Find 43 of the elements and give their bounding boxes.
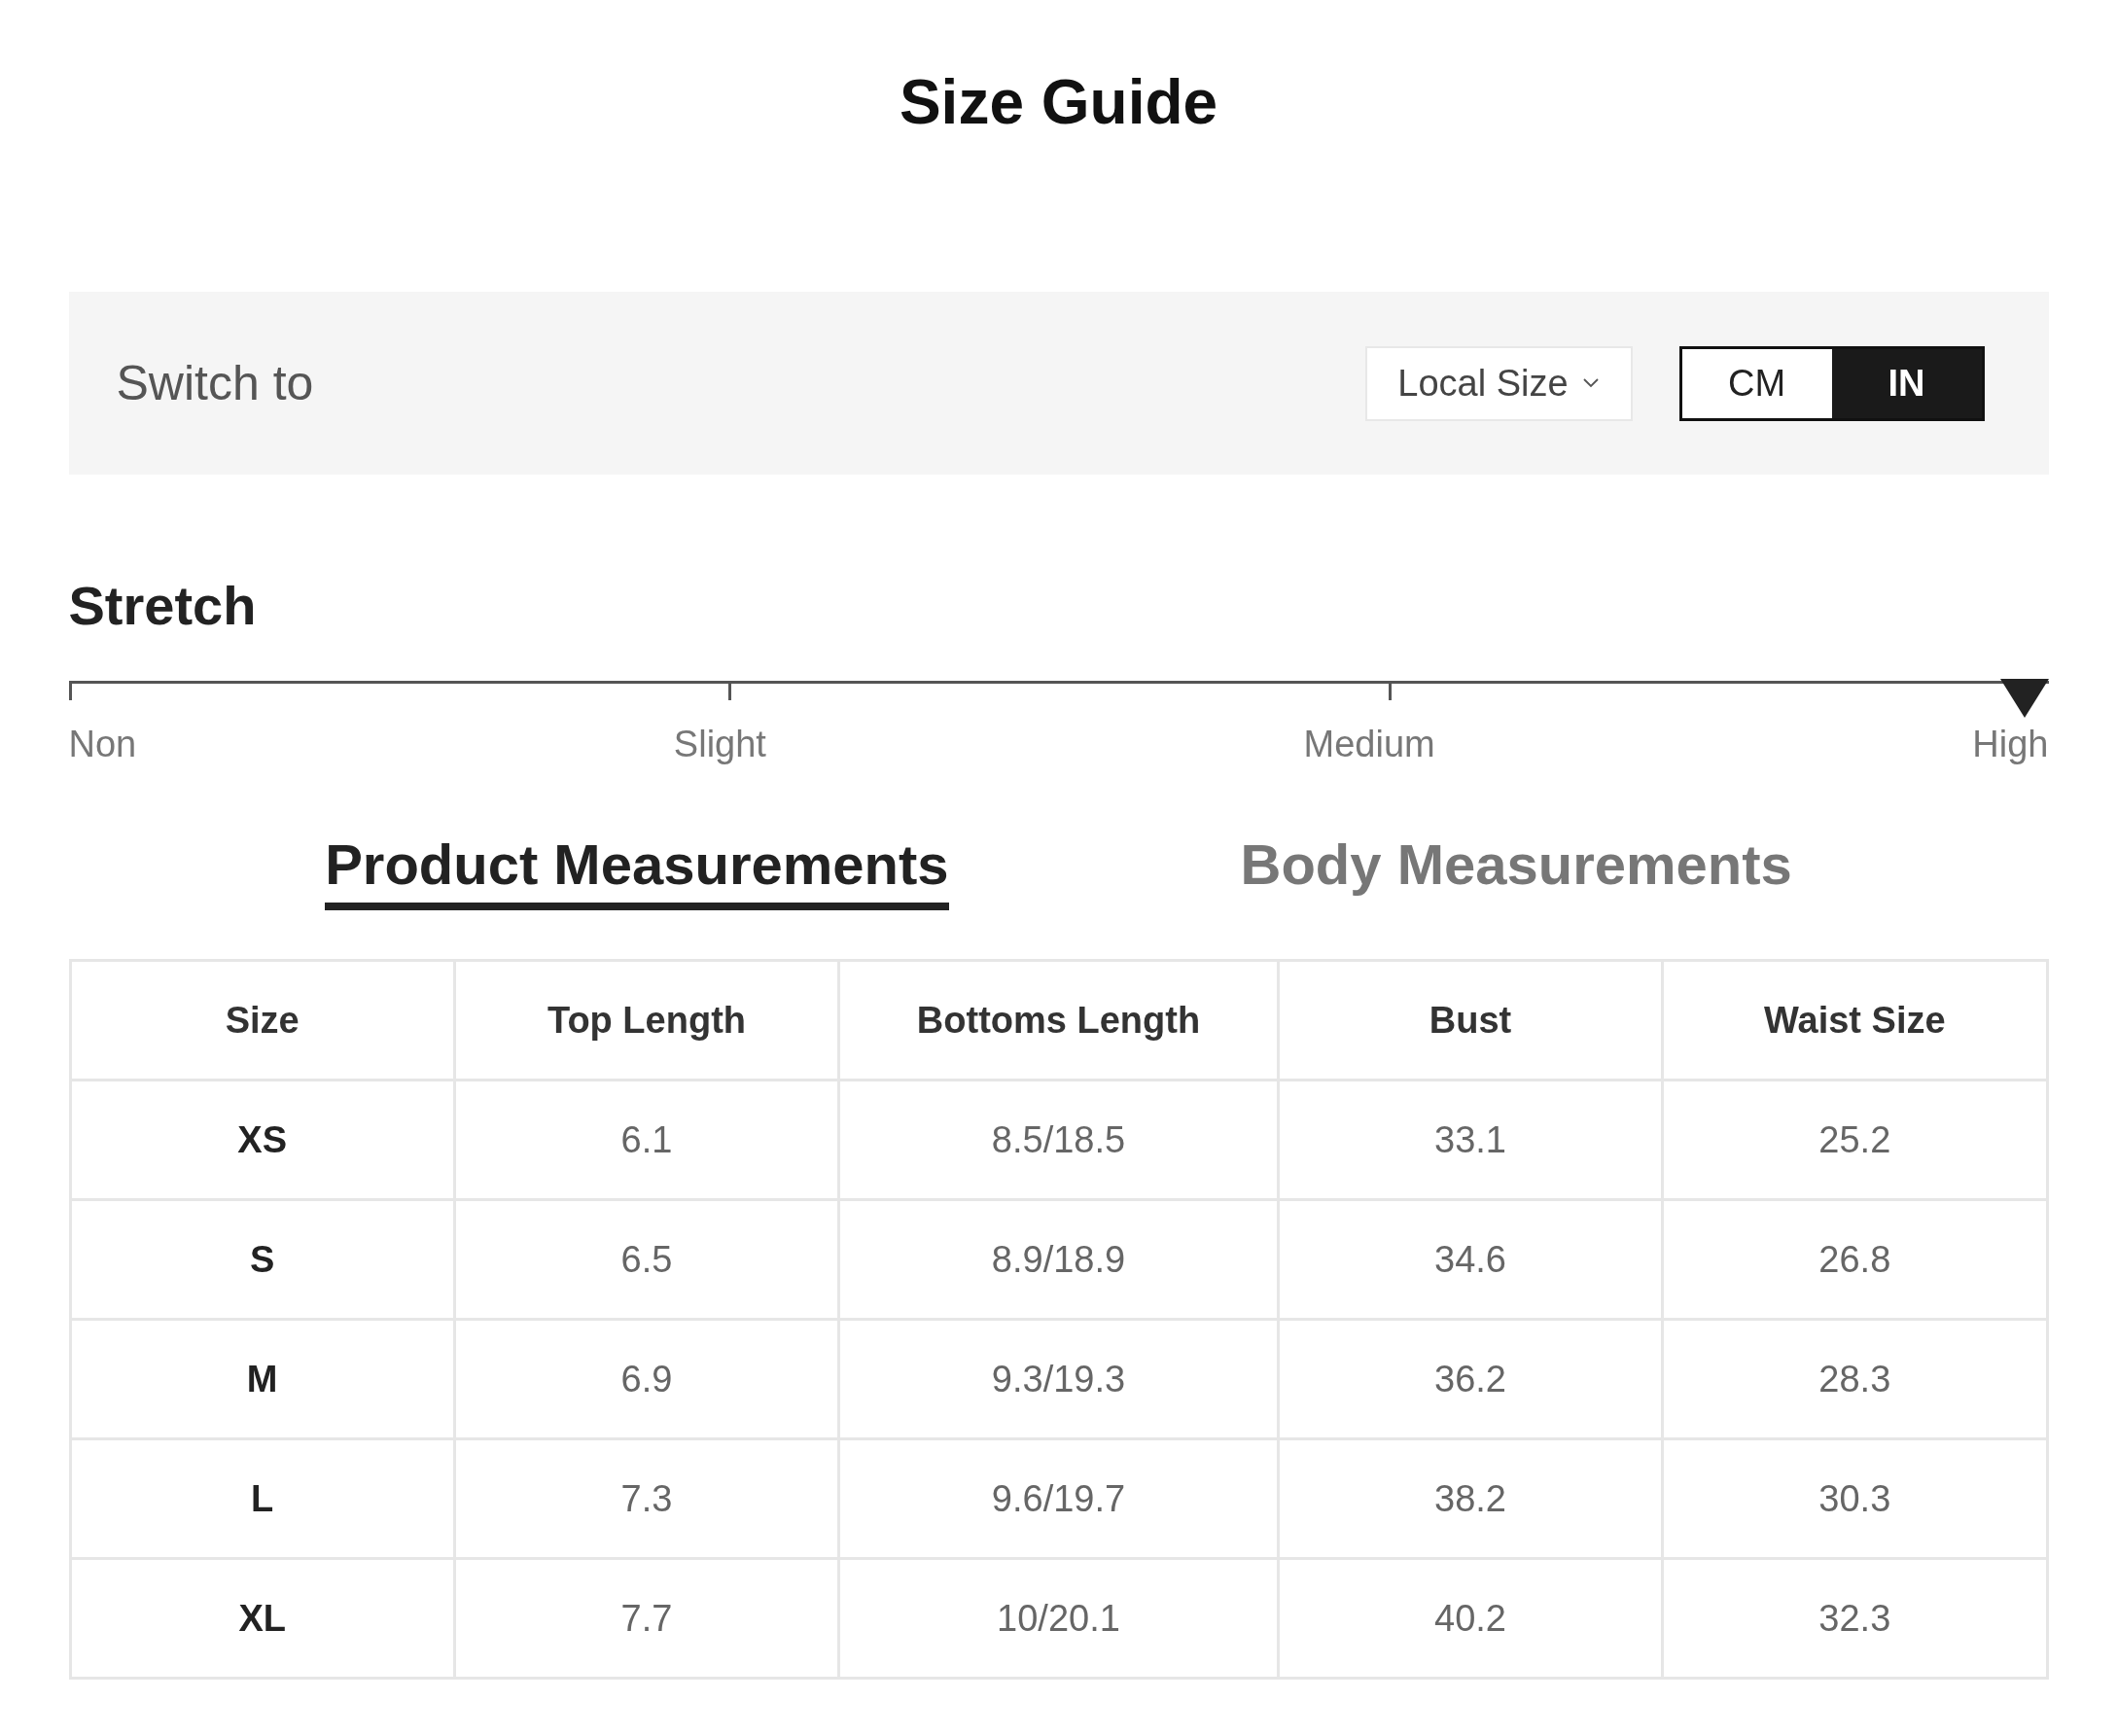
size-dropdown[interactable]: Local Size bbox=[1364, 345, 1633, 421]
table-cell: 6.9 bbox=[454, 1319, 839, 1439]
measurement-tab[interactable]: Body Measurements bbox=[1240, 832, 1792, 910]
column-header: Bust bbox=[1278, 960, 1663, 1081]
table-cell: L bbox=[70, 1438, 455, 1559]
table-cell: 7.7 bbox=[454, 1558, 839, 1679]
unit-toggle-option[interactable]: CM bbox=[1681, 348, 1832, 418]
stretch-label: High bbox=[1972, 724, 2049, 765]
table-cell: 38.2 bbox=[1278, 1438, 1663, 1559]
table-cell: 6.1 bbox=[454, 1080, 839, 1200]
table-cell: 9.6/19.7 bbox=[838, 1438, 1279, 1559]
table-cell: 26.8 bbox=[1662, 1199, 2047, 1320]
column-header: Size bbox=[70, 960, 455, 1081]
table-cell: 8.5/18.5 bbox=[838, 1080, 1279, 1200]
column-header: Top Length bbox=[454, 960, 839, 1081]
table-cell: 10/20.1 bbox=[838, 1558, 1279, 1679]
table-cell: S bbox=[70, 1199, 455, 1320]
table-cell: M bbox=[70, 1319, 455, 1439]
table-cell: 40.2 bbox=[1278, 1558, 1663, 1679]
table-cell: 8.9/18.9 bbox=[838, 1199, 1279, 1320]
table-cell: 9.3/19.3 bbox=[838, 1319, 1279, 1439]
table-cell: 36.2 bbox=[1278, 1319, 1663, 1439]
measurement-tab[interactable]: Product Measurements bbox=[325, 832, 949, 910]
chevron-down-icon bbox=[1581, 377, 1600, 389]
table-cell: XL bbox=[70, 1558, 455, 1679]
unit-toggle-option[interactable]: IN bbox=[1831, 348, 1982, 418]
stretch-label: Slight bbox=[673, 724, 766, 765]
table-cell: 30.3 bbox=[1662, 1438, 2047, 1559]
switch-label: Switch to bbox=[116, 355, 314, 411]
table-cell: 33.1 bbox=[1278, 1080, 1663, 1200]
table-cell: 7.3 bbox=[454, 1438, 839, 1559]
column-header: Waist Size bbox=[1662, 960, 2047, 1081]
table-cell: 25.2 bbox=[1662, 1080, 2047, 1200]
table-cell: 28.3 bbox=[1662, 1319, 2047, 1439]
table-cell: 32.3 bbox=[1662, 1558, 2047, 1679]
stretch-label: Non bbox=[68, 724, 137, 765]
table-cell: XS bbox=[70, 1080, 455, 1200]
table-cell: 6.5 bbox=[454, 1199, 839, 1320]
table-cell: 34.6 bbox=[1278, 1199, 1663, 1320]
section-heading: Stretch bbox=[68, 574, 258, 638]
stretch-label: Medium bbox=[1303, 724, 1435, 765]
column-header: Bottoms Length bbox=[838, 960, 1279, 1081]
page-title: Size Guide bbox=[898, 66, 1219, 139]
